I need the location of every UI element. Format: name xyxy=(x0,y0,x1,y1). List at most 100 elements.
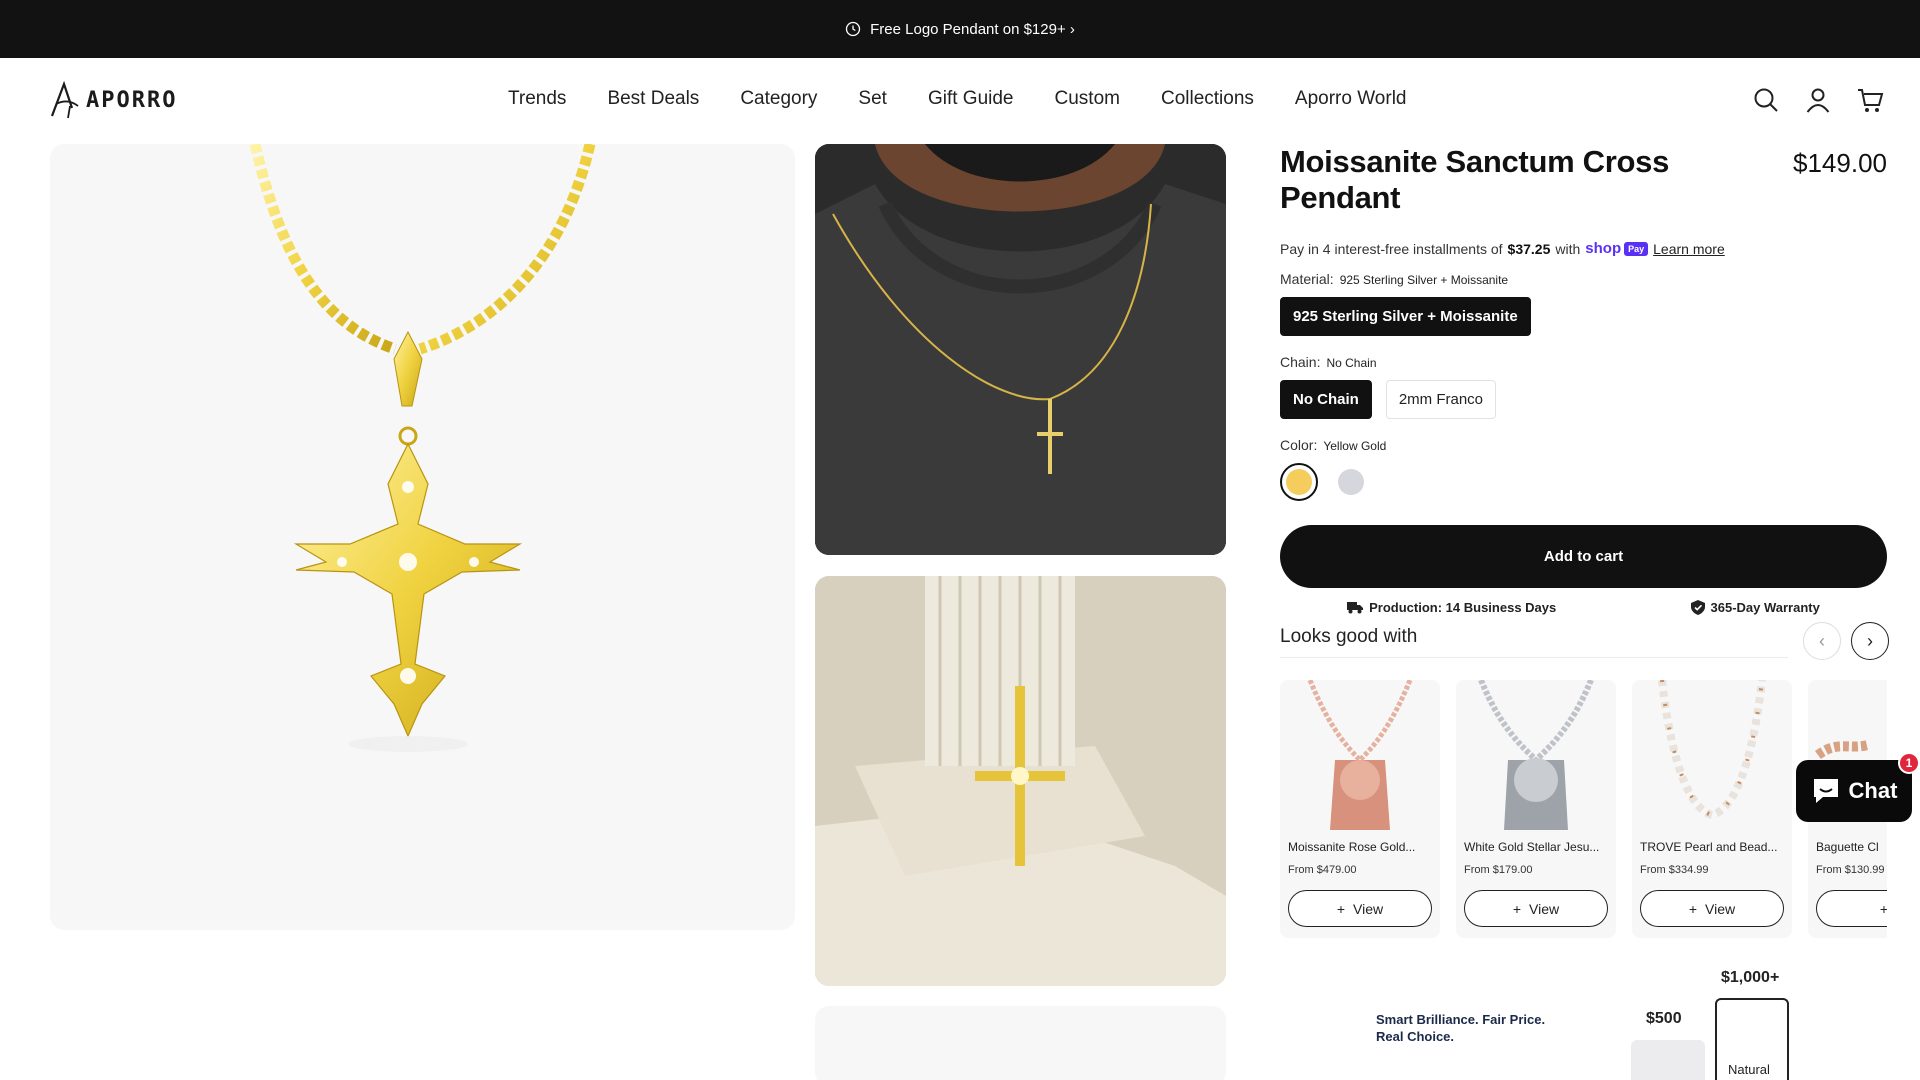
product-title: Moissanite Sanctum Cross Pendant xyxy=(1280,144,1670,215)
plus-icon: + xyxy=(1512,900,1522,917)
cart-icon[interactable] xyxy=(1856,86,1884,114)
recommendation-cards: Moissanite Rose Gold... From $479.00 + Vi… xyxy=(1280,680,1887,950)
material-option-silver-moissanite[interactable]: 925 Sterling Silver + Moissanite xyxy=(1280,297,1531,336)
nav-item-custom[interactable]: Custom xyxy=(1055,88,1120,110)
site-header: APORRO Trends Best Deals Category Set Gi… xyxy=(0,58,1920,144)
product-lifestyle-image[interactable] xyxy=(815,576,1226,986)
material-label: Material: 925 Sterling Silver + Moissanit… xyxy=(1280,271,1887,287)
chain-label-text: Chain: xyxy=(1280,354,1321,370)
card-thumbnail xyxy=(1456,680,1616,840)
product-third-image[interactable] xyxy=(815,1006,1226,1080)
learn-more-link[interactable]: Learn more xyxy=(1653,241,1725,257)
add-to-cart-button[interactable]: Add to cart xyxy=(1280,525,1887,588)
comparison-natural-label: Natural xyxy=(1728,1062,1770,1077)
carousel-prev-button[interactable]: ‹ xyxy=(1803,622,1841,660)
installment-with: with xyxy=(1555,240,1581,257)
search-icon[interactable] xyxy=(1752,86,1780,114)
card-view-button[interactable]: + xyxy=(1816,890,1887,927)
color-label: Color: Yellow Gold xyxy=(1280,437,1887,453)
installment-prefix: Pay in 4 interest-free installments of xyxy=(1280,240,1503,257)
announcement-bar[interactable]: Free Logo Pendant on $129+ › xyxy=(0,0,1920,58)
material-options: 925 Sterling Silver + Moissanite xyxy=(1280,297,1887,336)
chat-notification-badge: 1 xyxy=(1898,752,1920,774)
product-worn-image[interactable] xyxy=(815,144,1226,555)
card-thumbnail xyxy=(1632,680,1792,840)
comparison-price-high: $1,000+ xyxy=(1721,969,1780,986)
header-icons xyxy=(1752,86,1884,114)
comparison-tagline-line2: Real Choice. xyxy=(1376,1029,1455,1044)
shop-pay-pay: Pay xyxy=(1624,241,1649,256)
logo-mark-icon xyxy=(50,80,79,119)
pearl-bead-necklace-image xyxy=(1658,680,1766,820)
brand-name: APORRO xyxy=(86,87,178,113)
card-view-label: View xyxy=(1529,900,1560,917)
nav-item-trends[interactable]: Trends xyxy=(508,88,566,110)
recommendation-card[interactable]: Moissanite Rose Gold... From $479.00 + Vi… xyxy=(1280,680,1440,938)
chain-options: No Chain 2mm Franco xyxy=(1280,380,1887,419)
chevron-right-icon: › xyxy=(1867,630,1873,651)
material-label-text: Material: xyxy=(1280,271,1334,287)
clock-icon xyxy=(845,21,861,37)
plus-icon: + xyxy=(1879,900,1887,917)
chain-label: Chain: No Chain xyxy=(1280,354,1887,370)
chat-bubble-icon xyxy=(1813,779,1838,803)
card-view-label: View xyxy=(1705,900,1736,917)
card-thumbnail xyxy=(1280,680,1440,840)
recommendation-card[interactable]: TROVE Pearl and Bead... From $334.99 + Vi… xyxy=(1632,680,1792,938)
card-view-button[interactable]: + View xyxy=(1288,890,1432,927)
material-value: 925 Sterling Silver + Moissanite xyxy=(1339,273,1509,287)
product-main-image[interactable] xyxy=(50,144,795,930)
nav-item-set[interactable]: Set xyxy=(858,88,887,110)
installment-info: Pay in 4 interest-free installments of $… xyxy=(1280,240,1887,257)
pendant-on-column-image xyxy=(815,576,1226,986)
card-view-button[interactable]: + View xyxy=(1640,890,1784,927)
looks-good-with-title: Looks good with xyxy=(1280,626,1418,647)
chat-label: Chat xyxy=(1848,778,1898,803)
recommendation-card[interactable]: White Gold Stellar Jesu... From $179.00 … xyxy=(1456,680,1616,938)
model-wearing-pendant-image xyxy=(815,144,1226,555)
account-icon[interactable] xyxy=(1804,86,1832,114)
brand-logo[interactable]: APORRO xyxy=(48,80,177,120)
card-price: From $130.99 xyxy=(1816,864,1885,876)
chat-button[interactable]: Chat 1 xyxy=(1796,752,1920,822)
comparison-bar-low xyxy=(1631,1040,1705,1080)
swatch-silver-dot xyxy=(1338,469,1364,495)
card-view-button[interactable]: + View xyxy=(1464,890,1608,927)
looks-good-with: Looks good with ‹ › Moissanite Rose Gold… xyxy=(1280,612,1889,938)
card-name: Baguette Cl xyxy=(1816,840,1879,854)
carousel-next-button[interactable]: › xyxy=(1851,622,1889,660)
swatch-silver[interactable] xyxy=(1332,463,1370,501)
main-nav: Trends Best Deals Category Set Gift Guid… xyxy=(508,88,1448,110)
nav-item-best-deals[interactable]: Best Deals xyxy=(607,88,699,110)
white-gold-jesus-pendant-image xyxy=(1478,680,1594,830)
nav-item-gift-guide[interactable]: Gift Guide xyxy=(928,88,1014,110)
color-value: Yellow Gold xyxy=(1323,439,1387,453)
chain-option-no-chain[interactable]: No Chain xyxy=(1280,380,1372,419)
card-price: From $179.00 xyxy=(1464,864,1533,876)
color-label-text: Color: xyxy=(1280,437,1318,453)
card-price: From $334.99 xyxy=(1640,864,1709,876)
card-name: TROVE Pearl and Bead... xyxy=(1640,840,1778,854)
looks-good-with-header: Looks good with xyxy=(1280,612,1788,658)
product-info: Moissanite Sanctum Cross Pendant $149.00… xyxy=(1280,144,1887,615)
nav-item-aporro-world[interactable]: Aporro World xyxy=(1295,88,1407,110)
product-price: $149.00 xyxy=(1793,148,1887,178)
plus-icon: + xyxy=(1336,900,1346,917)
chevron-left-icon: ‹ xyxy=(1819,630,1825,651)
swatch-yellow-gold[interactable] xyxy=(1280,463,1318,501)
nav-item-category[interactable]: Category xyxy=(740,88,817,110)
cross-pendant-image xyxy=(249,144,596,752)
chain-option-2mm-franco[interactable]: 2mm Franco xyxy=(1385,380,1497,419)
swatch-yellow-gold-dot xyxy=(1286,469,1312,495)
chain-value: No Chain xyxy=(1326,356,1377,370)
title-row: Moissanite Sanctum Cross Pendant $149.00 xyxy=(1280,144,1887,216)
announcement-text: Free Logo Pendant on $129+ › xyxy=(870,20,1075,38)
plus-icon: + xyxy=(1688,900,1698,917)
nav-item-collections[interactable]: Collections xyxy=(1161,88,1254,110)
comparison-price-low: $500 xyxy=(1646,1010,1682,1027)
comparison-tagline-line1: Smart Brilliance. Fair Price. xyxy=(1376,1012,1546,1027)
price-comparison: Smart Brilliance. Fair Price. Real Choic… xyxy=(1376,965,1796,1080)
card-name: Moissanite Rose Gold... xyxy=(1288,840,1416,854)
shop-pay-logo: shop Pay xyxy=(1585,240,1649,257)
color-swatches xyxy=(1280,463,1887,501)
